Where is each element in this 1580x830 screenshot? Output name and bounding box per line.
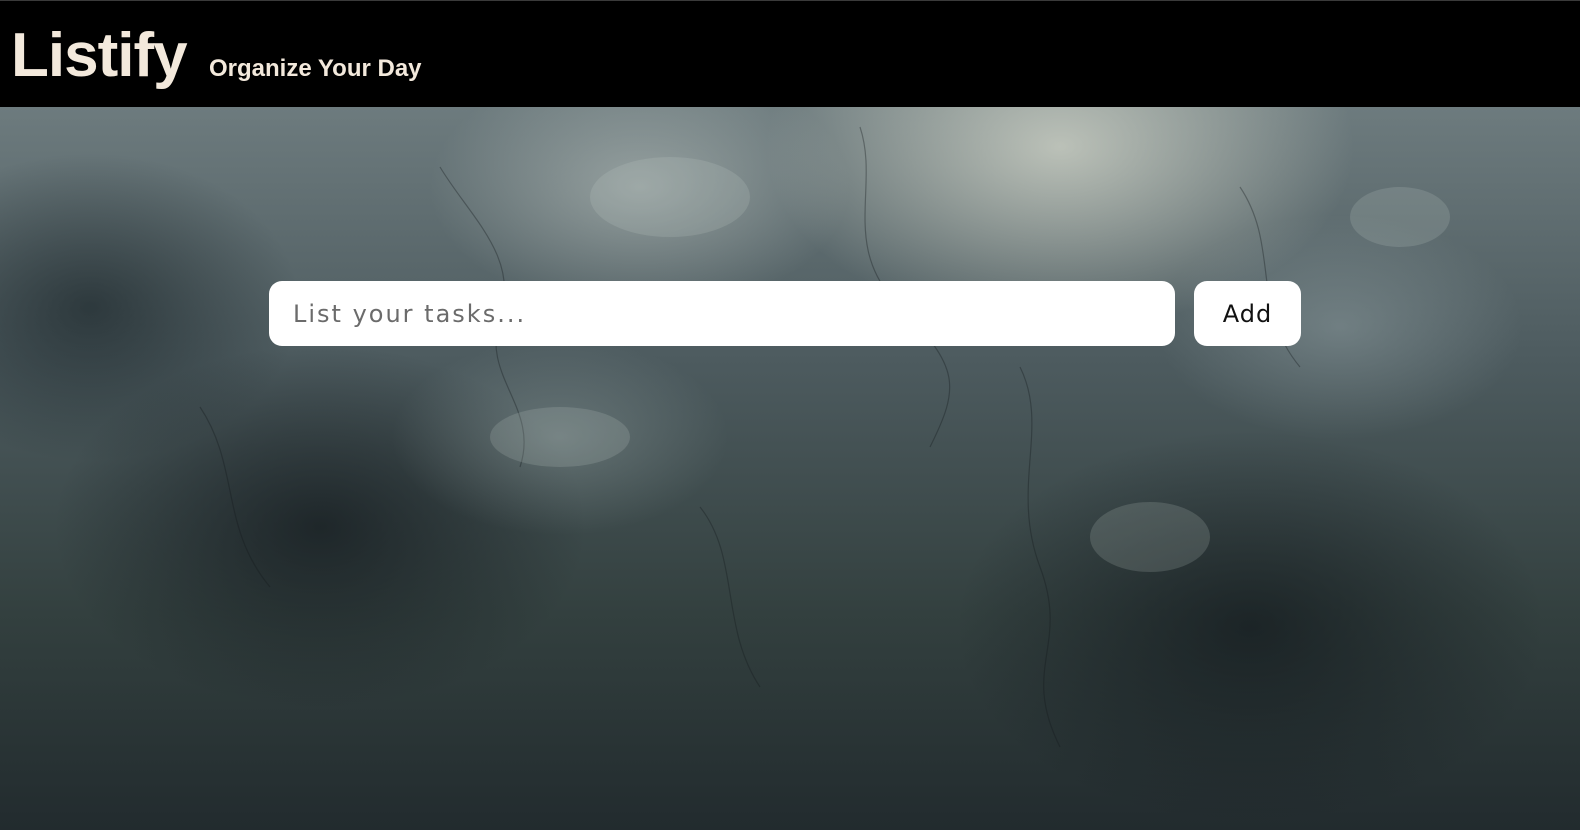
- add-task-button[interactable]: Add: [1194, 281, 1301, 346]
- app-logo: Listify: [11, 21, 188, 90]
- app-header: Listify Organize Your Day: [0, 0, 1580, 107]
- background-texture: [199, 126, 1450, 748]
- textured-background: [0, 107, 1580, 830]
- task-input[interactable]: [269, 281, 1175, 346]
- app-tagline: Organize Your Day: [209, 55, 422, 82]
